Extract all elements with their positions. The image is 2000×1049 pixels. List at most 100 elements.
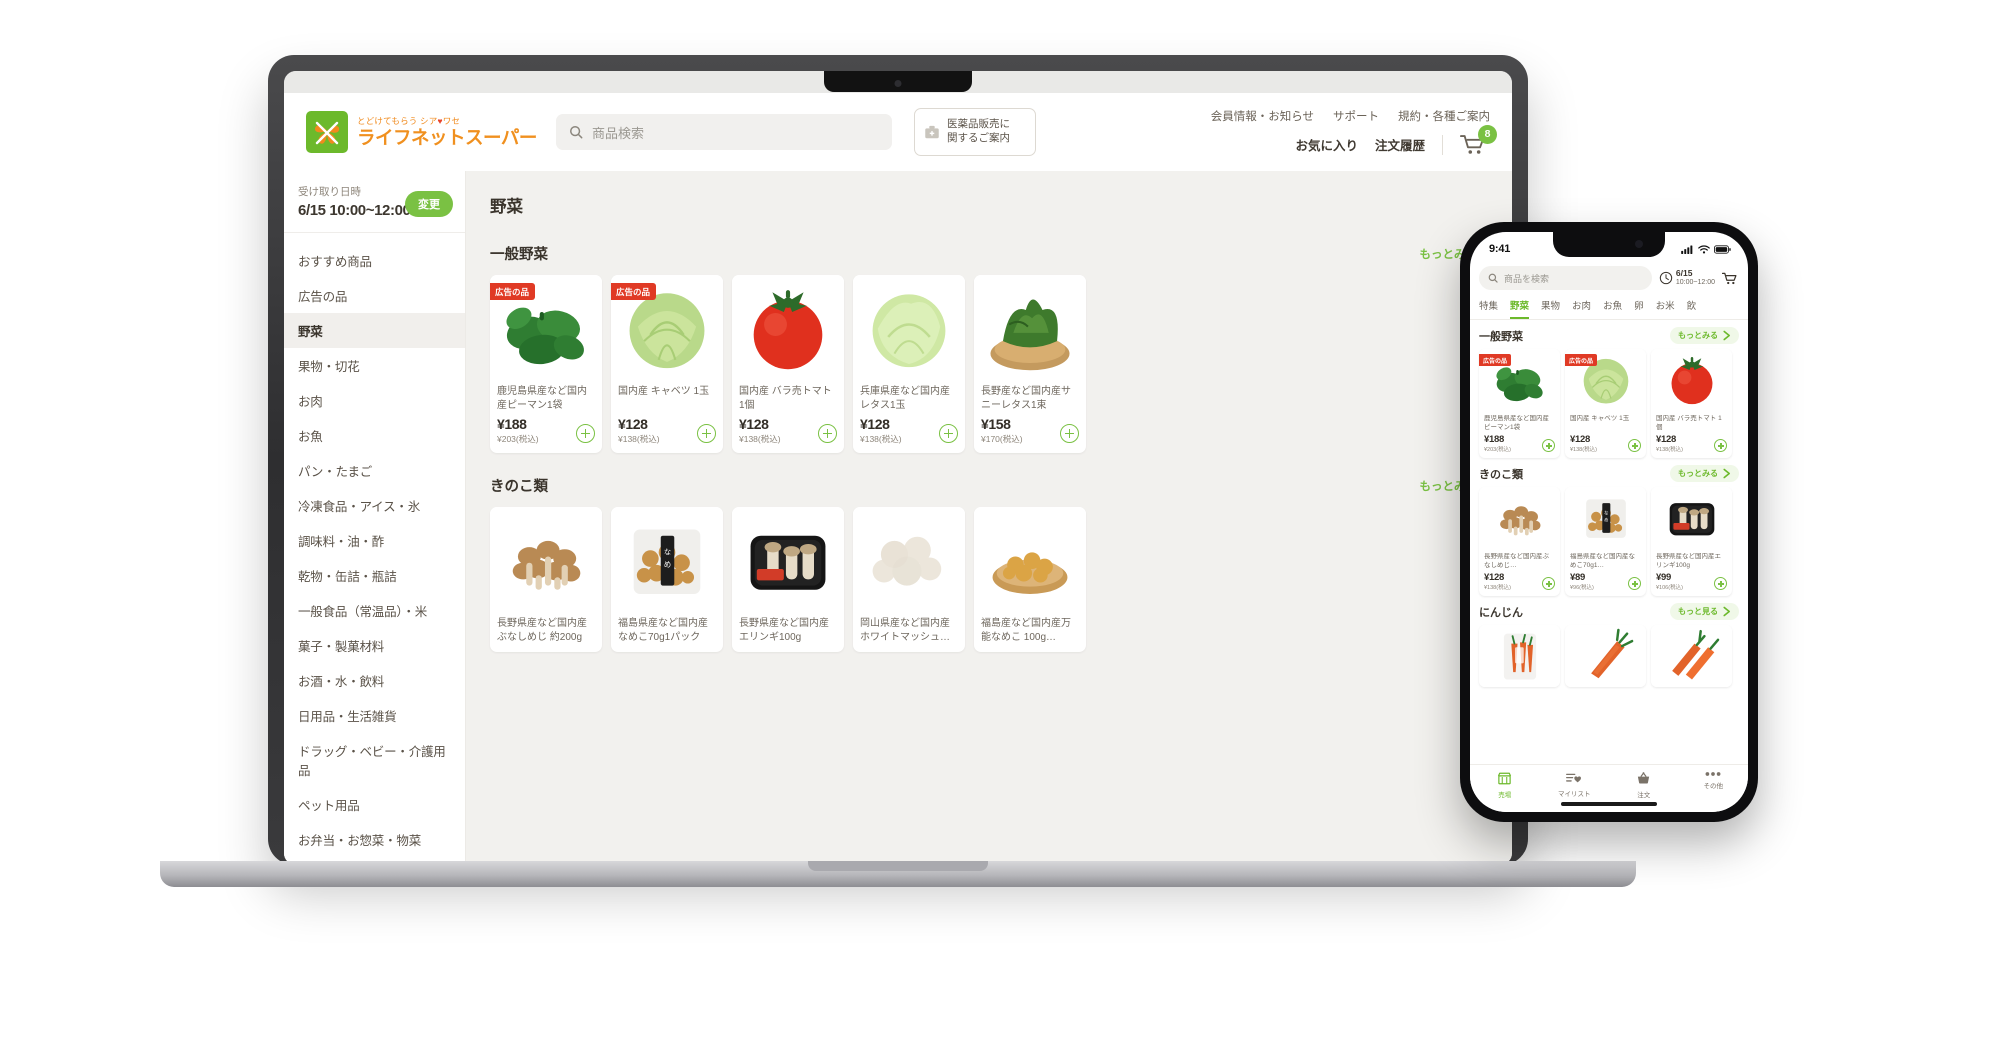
phone-tab-5[interactable]: 卵: [1634, 298, 1644, 319]
phone-add-to-cart-button[interactable]: [1714, 577, 1727, 590]
phone-add-to-cart-button[interactable]: [1628, 577, 1641, 590]
sidebar-item-16[interactable]: お弁当・お惣菜・物菜: [284, 822, 465, 857]
phone-tab-1[interactable]: 野菜: [1510, 298, 1530, 319]
site-logo[interactable]: とどけてもらう シア♥ワセ ライフネットスーパー: [306, 111, 538, 153]
sidebar-item-10[interactable]: 一般食品（常温品）・米: [284, 593, 465, 628]
add-to-cart-button[interactable]: [1060, 424, 1079, 443]
phone-tab-6[interactable]: お米: [1656, 298, 1675, 319]
product-name: 長野県産など国内産ぶなしめじ 約200g: [497, 618, 587, 643]
product-card[interactable]: 岡山県産など国内産ホワイトマッシュ…: [853, 507, 965, 652]
product-card[interactable]: 兵庫県産など国内産レタス1玉 ¥128 ¥138(税込): [853, 275, 965, 453]
laptop-body: とどけてもらう シア♥ワセ ライフネットスーパー 商品検索 医薬品販売に 関する…: [268, 55, 1528, 865]
sidebar-item-15[interactable]: ペット用品: [284, 787, 465, 822]
product-name: 岡山県産など国内産ホワイトマッシュ…: [860, 618, 950, 643]
phone-section-more-link[interactable]: もっと見る: [1670, 603, 1739, 620]
sidebar-item-7[interactable]: 冷凍食品・アイス・氷: [284, 488, 465, 523]
sidebar-item-2[interactable]: 野菜: [284, 313, 465, 348]
change-slot-button[interactable]: 変更: [405, 191, 453, 217]
add-to-cart-button[interactable]: [818, 424, 837, 443]
phone-product-name: 国内産 バラ売トマト 1個: [1656, 415, 1722, 431]
pickup-slot-panel: 受け取り日時 6/15 10:00~12:00 変更: [284, 171, 465, 233]
product-card[interactable]: 長野県産など国内産ぶなしめじ 約200g: [490, 507, 602, 652]
phone-product-info: 鹿児島県産など国内産ピーマン1袋 ¥188 ¥203(税込): [1479, 411, 1560, 458]
sidebar-item-4[interactable]: お肉: [284, 383, 465, 418]
phone-add-to-cart-button[interactable]: [1542, 439, 1555, 452]
phone-tabbar-item-3[interactable]: その他: [1679, 771, 1749, 790]
sidebar-item-9[interactable]: 乾物・缶詰・瓶詰: [284, 558, 465, 593]
product-name: 福島県産など国内産なめこ70g1パック: [618, 618, 708, 643]
sidebar-item-3[interactable]: 果物・切花: [284, 348, 465, 383]
medicine-info-button[interactable]: 医薬品販売に 関するご案内: [914, 108, 1036, 156]
phone-section-more-link[interactable]: もっとみる: [1670, 465, 1739, 482]
screenshot-root: とどけてもらう シア♥ワセ ライフネットスーパー 商品検索 医薬品販売に 関する…: [0, 0, 2000, 1049]
phone-product-card[interactable]: 長野県産など国内産ぶなしめじ… ¥128 ¥138(税込): [1479, 487, 1560, 596]
product-card[interactable]: 福島産など国内産万能なめこ 100g…: [974, 507, 1086, 652]
home-indicator: [1561, 802, 1657, 806]
product-card[interactable]: 広告の品 鹿児島県産など国内産ピーマン1袋 ¥188 ¥203(税込): [490, 275, 602, 453]
phone-add-to-cart-button[interactable]: [1542, 577, 1555, 590]
phone-product-image: 広告の品: [1479, 349, 1560, 411]
phone-add-to-cart-button[interactable]: [1628, 439, 1641, 452]
header-link-terms[interactable]: 規約・各種ご案内: [1398, 108, 1490, 124]
price-row: ¥188 ¥203(税込): [497, 416, 595, 445]
phone-tab-3[interactable]: お肉: [1572, 298, 1591, 319]
sidebar-item-1[interactable]: 広告の品: [284, 278, 465, 313]
sidebar-item-6[interactable]: パン・たまご: [284, 453, 465, 488]
phone-search-input[interactable]: 商品を検索: [1479, 266, 1652, 290]
product-card[interactable]: 長野県産など国内産エリンギ100g: [732, 507, 844, 652]
product-name: 兵庫県産など国内産レタス1玉: [860, 386, 950, 411]
sidebar-item-13[interactable]: 日用品・生活雑貨: [284, 698, 465, 733]
phone-tabbar-item-1[interactable]: マイリスト: [1540, 771, 1610, 798]
add-to-cart-button[interactable]: [939, 424, 958, 443]
sidebar-item-5[interactable]: お魚: [284, 418, 465, 453]
phone-product-card[interactable]: 広告の品 国内産 キャベツ 1玉 ¥128 ¥138(税込): [1565, 349, 1646, 458]
header-link-member[interactable]: 会員情報・お知らせ: [1211, 108, 1314, 124]
phone-product-image: なめ: [1565, 487, 1646, 549]
add-to-cart-button[interactable]: [576, 424, 595, 443]
sidebar-item-14[interactable]: ドラッグ・ベビー・介護用品: [284, 733, 465, 787]
battery-icon: [1714, 244, 1731, 254]
sidebar: 受け取り日時 6/15 10:00~12:00 変更 おすすめ商品 広告の品 野菜果…: [284, 171, 466, 865]
phone-product-card[interactable]: [1565, 625, 1646, 687]
svg-text:め: め: [1604, 518, 1608, 523]
store-icon: [1498, 772, 1512, 785]
phone-section-title: きのこ類: [1479, 468, 1523, 481]
phone-tab-2[interactable]: 果物: [1541, 298, 1560, 319]
phone-price-block: ¥89 ¥96(税込): [1570, 572, 1594, 591]
product-card[interactable]: 広告の品 国内産 キャベツ 1玉 ¥128 ¥138(税込): [611, 275, 723, 453]
phone-section-more-link[interactable]: もっとみる: [1670, 327, 1739, 344]
header-link-support[interactable]: サポート: [1333, 108, 1379, 124]
phone-add-to-cart-button[interactable]: [1714, 439, 1727, 452]
phone-slot-button[interactable]: 6/15 10:00~12:00: [1659, 269, 1715, 286]
search-input[interactable]: 商品検索: [556, 114, 892, 150]
phone-tabbar-item-2[interactable]: 注文: [1609, 771, 1679, 799]
sidebar-item-11[interactable]: 菓子・製菓材料: [284, 628, 465, 663]
phone-more-label: もっと見る: [1678, 607, 1718, 616]
order-history-link[interactable]: 注文履歴: [1375, 135, 1425, 154]
phone-tab-4[interactable]: お魚: [1603, 298, 1622, 319]
cart-count-badge: 8: [1478, 124, 1497, 144]
sidebar-item-8[interactable]: 調味料・油・酢: [284, 523, 465, 558]
phone-product-card[interactable]: 国内産 バラ売トマト 1個 ¥128 ¥138(税込): [1651, 349, 1732, 458]
favorites-link[interactable]: お気に入り: [1295, 135, 1358, 154]
add-to-cart-button[interactable]: [697, 424, 716, 443]
product-card[interactable]: なめ福島県産など国内産なめこ70g1パック: [611, 507, 723, 652]
phone-product-card[interactable]: なめ福島県産など国内産なめこ70g1… ¥89 ¥96(税込): [1565, 487, 1646, 596]
svg-text:な: な: [1604, 509, 1609, 515]
product-card[interactable]: 国内産 バラ売トマト 1個 ¥128 ¥138(税込): [732, 275, 844, 453]
phone-product-card[interactable]: [1479, 625, 1560, 687]
sidebar-item-12[interactable]: お酒・水・飲料: [284, 663, 465, 698]
cart-button[interactable]: 8: [1460, 124, 1497, 157]
price-row: ¥128 ¥138(税込): [739, 416, 837, 445]
phone-tab-0[interactable]: 特集: [1479, 298, 1498, 319]
phone-product-card[interactable]: 長野県産など国内産エリンギ100g ¥99 ¥106(税込): [1651, 487, 1732, 596]
phone-product-card[interactable]: [1651, 625, 1732, 687]
product-card[interactable]: 長野産など国内産サニーレタス1束 ¥158 ¥170(税込): [974, 275, 1086, 453]
cart-icon[interactable]: [1722, 271, 1739, 286]
phone-product-card[interactable]: 広告の品 鹿児島県産など国内産ピーマン1袋 ¥188 ¥203(税込): [1479, 349, 1560, 458]
phone-tab-7[interactable]: 飲: [1687, 298, 1697, 319]
sidebar-item-0[interactable]: おすすめ商品: [284, 243, 465, 278]
phone-product-image: [1479, 487, 1560, 549]
phone-section-title: にんじん: [1479, 606, 1523, 619]
phone-tabbar-item-0[interactable]: 売場: [1470, 771, 1540, 799]
